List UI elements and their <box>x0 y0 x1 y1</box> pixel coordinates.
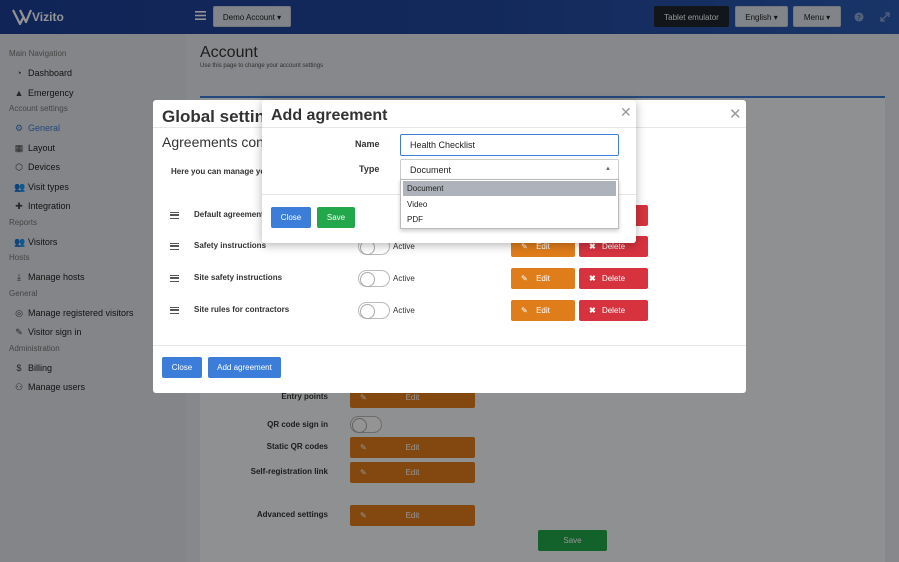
name-label: Name <box>355 139 380 149</box>
edit-icon: ✎ <box>521 306 528 315</box>
agreement-edit-button[interactable]: ✎ Edit <box>511 268 575 289</box>
agreement-status: Active <box>393 274 415 283</box>
global-modal-close-icon[interactable]: ✕ <box>729 105 742 123</box>
agreements-intro-text: Here you can manage yo <box>171 167 266 176</box>
agreement-status: Active <box>393 242 415 251</box>
type-option-pdf[interactable]: PDF <box>403 212 616 227</box>
delete-label: Delete <box>601 306 626 315</box>
type-label: Type <box>359 164 380 174</box>
delete-label: Delete <box>601 242 626 251</box>
add-agreement-title: Add agreement <box>271 107 388 124</box>
agreement-type-select[interactable]: Document ▲ <box>400 159 619 180</box>
drag-handle-icon[interactable] <box>170 307 179 314</box>
edit-icon: ✎ <box>521 274 528 283</box>
agreement-delete-button[interactable]: ✖ Delete <box>579 300 648 321</box>
add-modal-divider <box>262 127 636 128</box>
global-modal-footer-divider <box>153 345 746 346</box>
add-modal-close-button[interactable]: Close <box>271 207 311 228</box>
delete-x-icon: ✖ <box>589 306 596 315</box>
drag-handle-icon[interactable] <box>170 275 179 282</box>
agreement-name-input[interactable] <box>400 134 619 156</box>
agreement-name: Site rules for contractors <box>194 305 290 314</box>
type-option-video[interactable]: Video <box>403 197 616 212</box>
agreement-active-toggle[interactable] <box>358 302 390 319</box>
agreement-status: Active <box>393 306 415 315</box>
global-close-button[interactable]: Close <box>162 357 202 378</box>
agreement-name: Site safety instructions <box>194 273 283 282</box>
add-agreement-button[interactable]: Add agreement <box>208 357 281 378</box>
caret-up-icon: ▲ <box>605 166 611 172</box>
agreement-edit-button[interactable]: ✎ Edit <box>511 300 575 321</box>
add-modal-close-icon[interactable]: ✕ <box>620 104 632 121</box>
agreement-delete-button[interactable]: ✖ Delete <box>579 268 648 289</box>
agreement-name: Default agreement <box>194 210 264 219</box>
delete-label: Delete <box>601 274 626 283</box>
add-modal-save-button[interactable]: Save <box>317 207 355 228</box>
agreement-name: Safety instructions <box>194 241 267 250</box>
drag-handle-icon[interactable] <box>170 243 179 250</box>
type-select-value: Document <box>410 165 452 175</box>
delete-x-icon: ✖ <box>589 274 596 283</box>
type-dropdown-list: Document Video PDF <box>400 179 619 229</box>
drag-handle-icon[interactable] <box>170 212 179 219</box>
edit-label: Edit <box>536 242 550 251</box>
type-option-document[interactable]: Document <box>403 181 616 196</box>
edit-label: Edit <box>536 306 550 315</box>
agreement-active-toggle[interactable] <box>358 270 390 287</box>
edit-label: Edit <box>536 274 550 283</box>
